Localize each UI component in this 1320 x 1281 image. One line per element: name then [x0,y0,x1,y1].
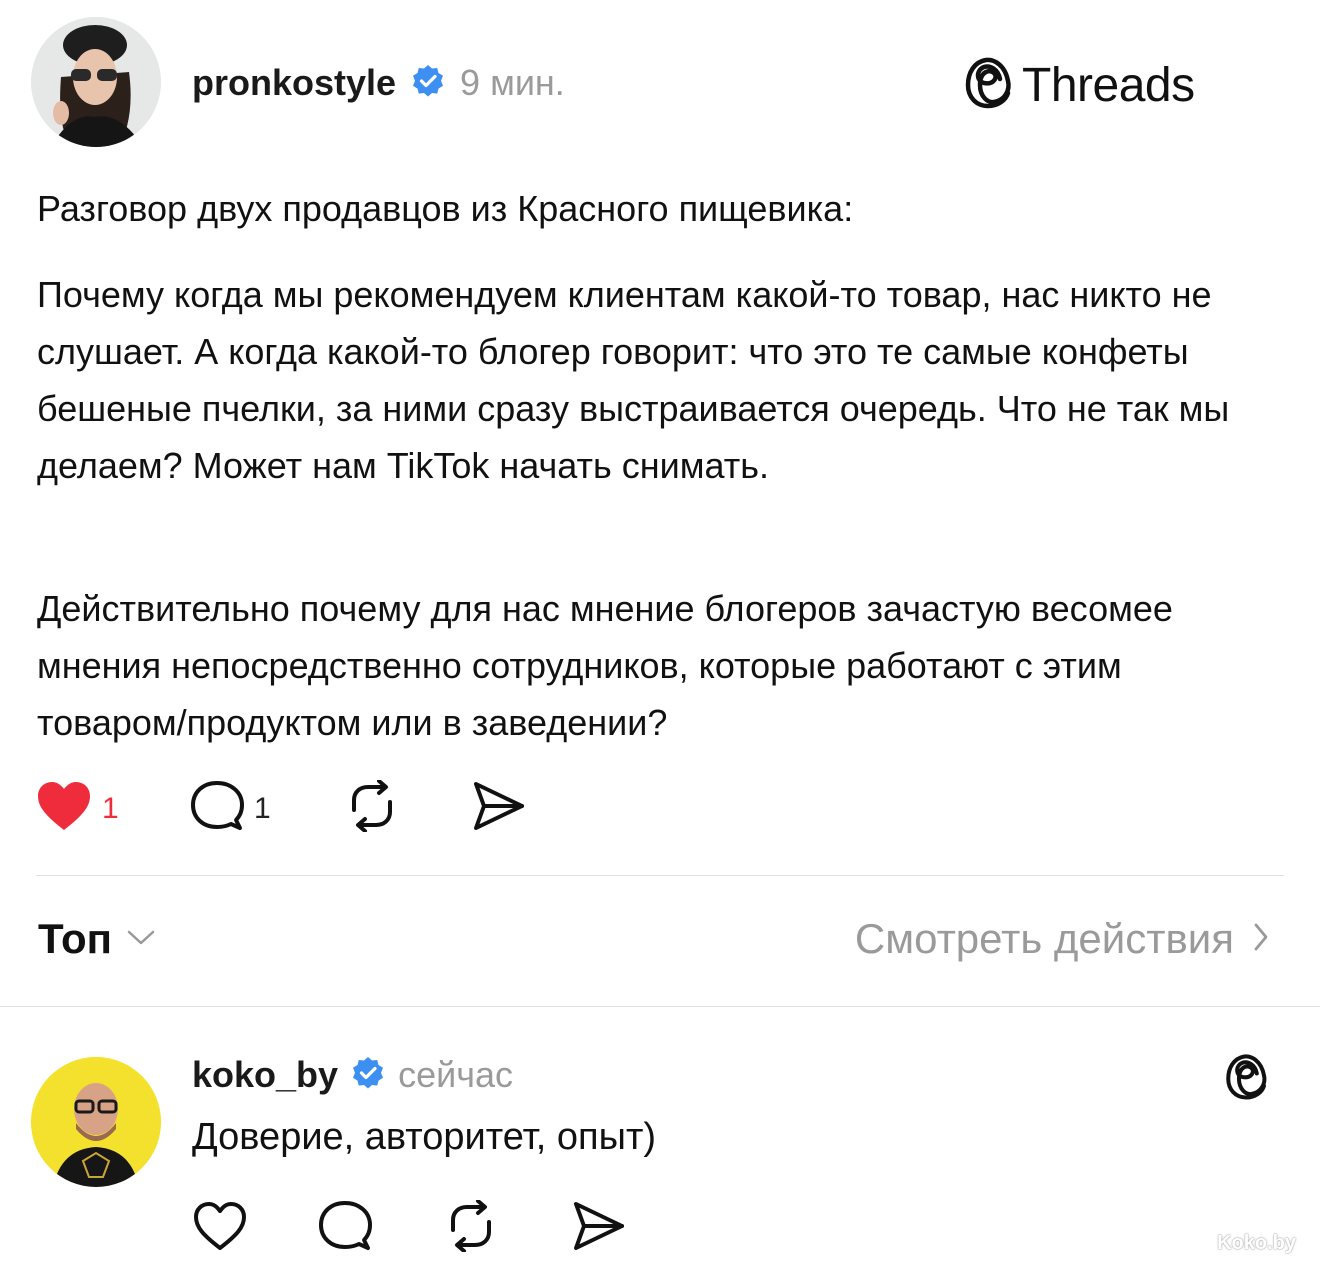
watermark: Koko.by [1217,1232,1296,1254]
threads-logo-icon [1224,1054,1270,1106]
reply-like-button[interactable] [192,1200,248,1257]
reply-text: Доверие, авторитет, опыт) [192,1116,656,1158]
reply-comment-button[interactable] [318,1200,372,1257]
view-activity-link[interactable]: Смотреть действия [855,915,1270,963]
author-avatar[interactable] [31,17,161,147]
author-username[interactable]: pronkostyle [192,62,396,104]
reply-threads-link[interactable] [1224,1052,1270,1107]
post-paragraph-1: Разговор двух продавцов из Красного пище… [37,188,854,229]
chevron-down-icon [126,927,156,952]
threads-logo-icon [964,55,1014,116]
threads-brand: Threads [964,55,1195,116]
share-send-icon [470,780,526,837]
threads-wordmark: Threads [1022,59,1195,112]
comment-bubble-icon [190,780,244,837]
view-activity-label: Смотреть действия [854,915,1234,962]
comment-bubble-icon [318,1200,372,1257]
chevron-right-icon [1252,921,1270,958]
reply-author-avatar[interactable] [31,1057,161,1187]
repost-icon [444,1199,498,1257]
like-button[interactable]: 1 [36,780,119,837]
reply-meta: koko_by сейчас [192,1050,513,1100]
verified-badge-icon [350,1055,386,1096]
heart-icon [36,780,92,837]
verified-badge-icon [410,63,446,104]
post-paragraph-2: Почему когда мы рекомендуем клиентам как… [37,274,1230,486]
reply-repost-button[interactable] [444,1199,498,1257]
share-send-icon [570,1200,626,1257]
comment-button[interactable]: 1 [190,780,271,837]
sort-label: Топ [38,915,113,962]
reply-share-button[interactable] [570,1200,626,1257]
actions-divider [36,875,1284,876]
reply-time: сейчас [398,1054,513,1095]
reply-count: 1 [254,791,271,825]
sort-dropdown[interactable]: Топ [38,915,156,963]
repost-button[interactable] [345,779,399,837]
like-count: 1 [102,791,119,825]
section-divider [0,1006,1320,1007]
share-button[interactable] [470,780,526,837]
reply-author-username[interactable]: koko_by [192,1054,338,1096]
repost-icon [345,779,399,837]
heart-icon [192,1200,248,1257]
post-time: 9 мин. [460,62,565,103]
post-paragraph-3: Действительно почему для нас мнение блог… [37,588,1173,743]
post-meta: pronkostyle 9 мин. [192,58,565,108]
